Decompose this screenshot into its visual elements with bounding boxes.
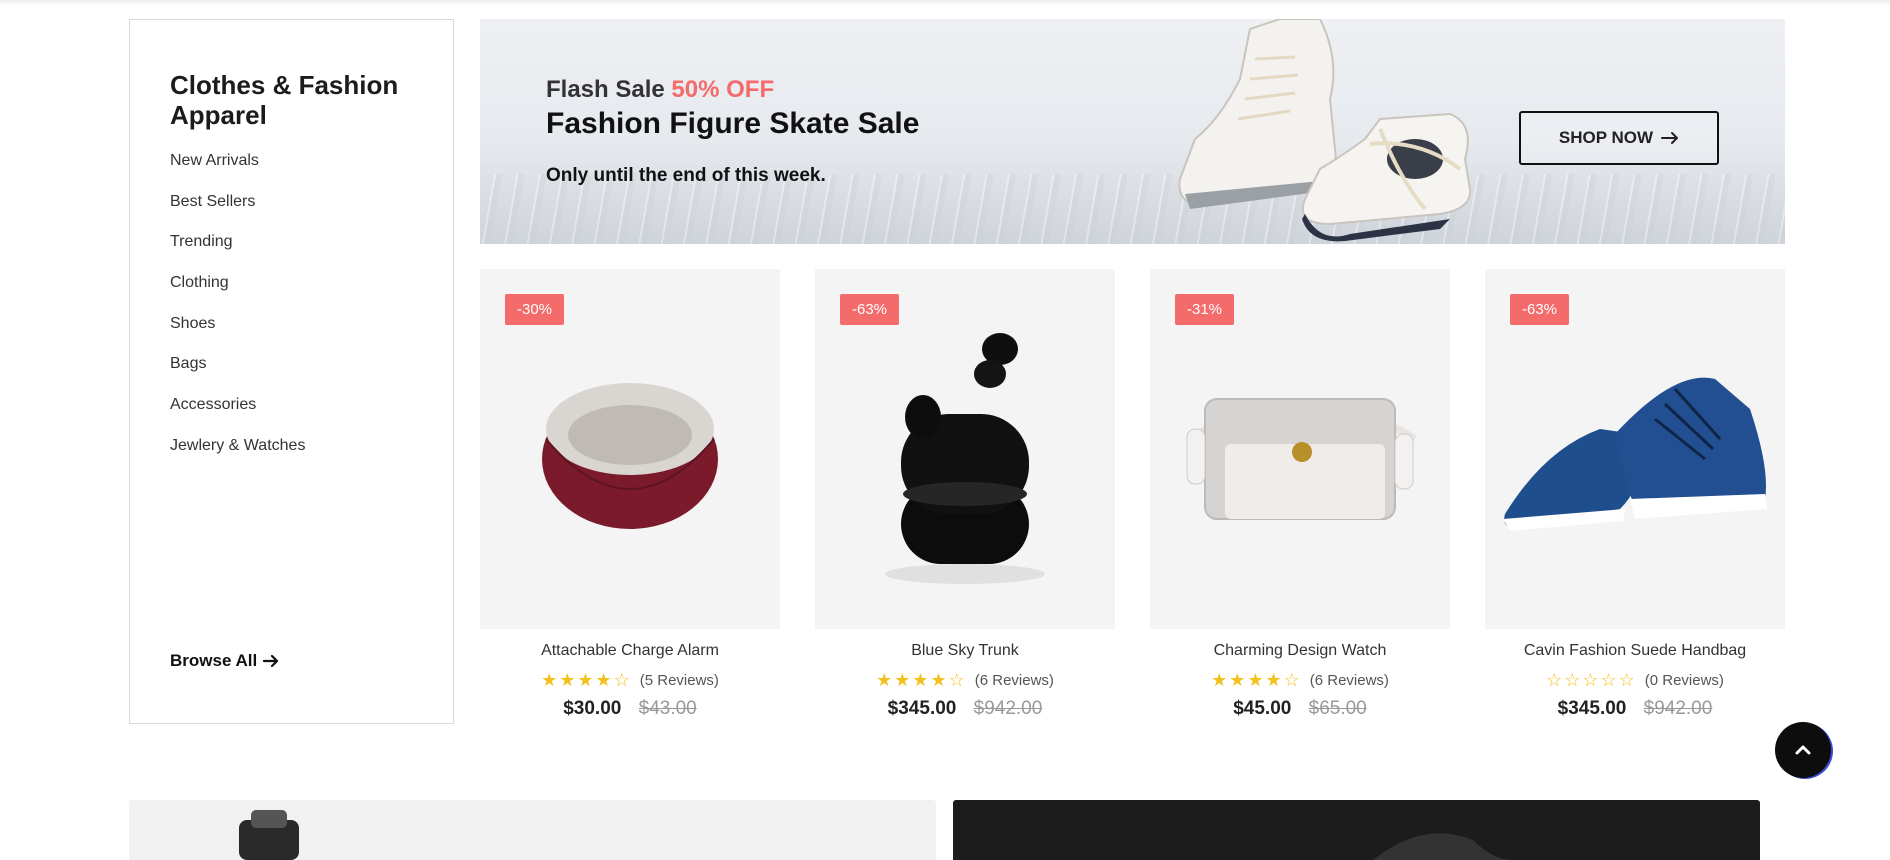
product-name[interactable]: Attachable Charge Alarm [480, 642, 780, 660]
product-old-price: $942.00 [1643, 698, 1713, 719]
product-rating: ★★★★☆ (6 Reviews) [1150, 670, 1450, 691]
browse-all-label: Browse All [170, 651, 258, 670]
product-price: $345.00 [887, 698, 957, 719]
skates-image [1178, 19, 1472, 242]
sidebar-item-bags[interactable]: Bags [170, 354, 305, 395]
sidebar-item-clothing[interactable]: Clothing [170, 273, 305, 314]
category-list: New Arrivals Best Sellers Trending Cloth… [170, 151, 305, 477]
star-icon: ★★★★☆ [876, 670, 967, 690]
banner-flash-line: Flash Sale 50% OFF [546, 76, 774, 104]
banner-flash-prefix: Flash Sale [546, 76, 665, 103]
discount-badge: -63% [840, 294, 900, 325]
sidebar-title: Clothes & Fashion Apparel [170, 70, 399, 130]
product-card[interactable]: -31% Charming Design Watch ★★★★☆ (6 Revi… [1150, 269, 1450, 720]
product-prices: $345.00 $942.00 [1485, 698, 1785, 720]
sidebar-item-best-sellers[interactable]: Best Sellers [170, 192, 305, 233]
product-prices: $345.00 $942.00 [815, 698, 1115, 720]
sidebar-item-jewlery-watches[interactable]: Jewlery & Watches [170, 436, 305, 477]
product-old-price: $43.00 [638, 698, 697, 719]
shop-now-label: SHOP NOW [1558, 128, 1654, 147]
star-icon: ★★★★☆ [1211, 670, 1302, 690]
back-to-top-button[interactable] [1775, 722, 1831, 778]
banner-subtitle: Only until the end of this week. [546, 165, 826, 186]
sidebar-item-accessories[interactable]: Accessories [170, 395, 305, 436]
browse-all-link[interactable]: Browse All [170, 651, 279, 671]
product-card[interactable]: -63% Blue Sky Trunk ★★★★☆ (6 Reviews) $3… [815, 269, 1115, 720]
product-image-container[interactable]: -31% [1150, 269, 1450, 629]
sidebar-item-new-arrivals[interactable]: New Arrivals [170, 151, 305, 192]
sidebar-item-shoes[interactable]: Shoes [170, 314, 305, 355]
product-name[interactable]: Charming Design Watch [1150, 642, 1450, 660]
product-image-container[interactable]: -63% [1485, 269, 1785, 629]
star-icon: ★★★★☆ [541, 670, 632, 690]
product-rating: ★★★★☆ (5 Reviews) [480, 670, 780, 691]
product-rating: ★★★★☆ (6 Reviews) [815, 670, 1115, 691]
product-prices: $30.00 $43.00 [480, 698, 780, 720]
promo-banner-left[interactable] [129, 800, 936, 860]
arrow-right-icon [1661, 132, 1679, 144]
promo-right-image [1373, 833, 1513, 860]
product-price: $45.00 [1233, 698, 1292, 719]
product-old-price: $65.00 [1308, 698, 1367, 719]
product-price: $345.00 [1557, 698, 1627, 719]
product-card[interactable]: -63% Cavin Fashion Suede Handbag ☆☆☆☆☆ (… [1485, 269, 1785, 720]
banner-discount: 50% OFF [671, 76, 775, 103]
product-name[interactable]: Cavin Fashion Suede Handbag [1485, 642, 1785, 660]
top-shadow [0, 0, 1890, 6]
promo-left-image [239, 810, 299, 860]
flash-sale-banner: Flash Sale 50% OFF Fashion Figure Skate … [480, 19, 1785, 244]
product-prices: $45.00 $65.00 [1150, 698, 1450, 720]
star-icon: ☆☆☆☆☆ [1546, 670, 1637, 690]
product-rating: ☆☆☆☆☆ (0 Reviews) [1485, 670, 1785, 691]
shop-now-button[interactable]: SHOP NOW [1519, 111, 1719, 165]
promo-banner-right[interactable] [953, 800, 1760, 860]
product-old-price: $942.00 [973, 698, 1043, 719]
sidebar-item-trending[interactable]: Trending [170, 232, 305, 273]
product-card[interactable]: -30% Attachable Charge Alarm ★★★★☆ (5 Re… [480, 269, 780, 720]
review-count: (0 Reviews) [1644, 672, 1724, 689]
discount-badge: -30% [505, 294, 565, 325]
discount-badge: -63% [1510, 294, 1570, 325]
arrow-right-icon [263, 654, 279, 668]
product-image-container[interactable]: -63% [815, 269, 1115, 629]
review-count: (6 Reviews) [1309, 672, 1389, 689]
product-image-container[interactable]: -30% [480, 269, 780, 629]
product-price: $30.00 [563, 698, 622, 719]
chevron-up-icon [1795, 745, 1811, 755]
product-name[interactable]: Blue Sky Trunk [815, 642, 1115, 660]
review-count: (6 Reviews) [974, 672, 1054, 689]
banner-title: Fashion Figure Skate Sale [546, 107, 920, 140]
category-sidebar: Clothes & Fashion Apparel New Arrivals B… [129, 19, 454, 724]
review-count: (5 Reviews) [639, 672, 719, 689]
discount-badge: -31% [1175, 294, 1235, 325]
